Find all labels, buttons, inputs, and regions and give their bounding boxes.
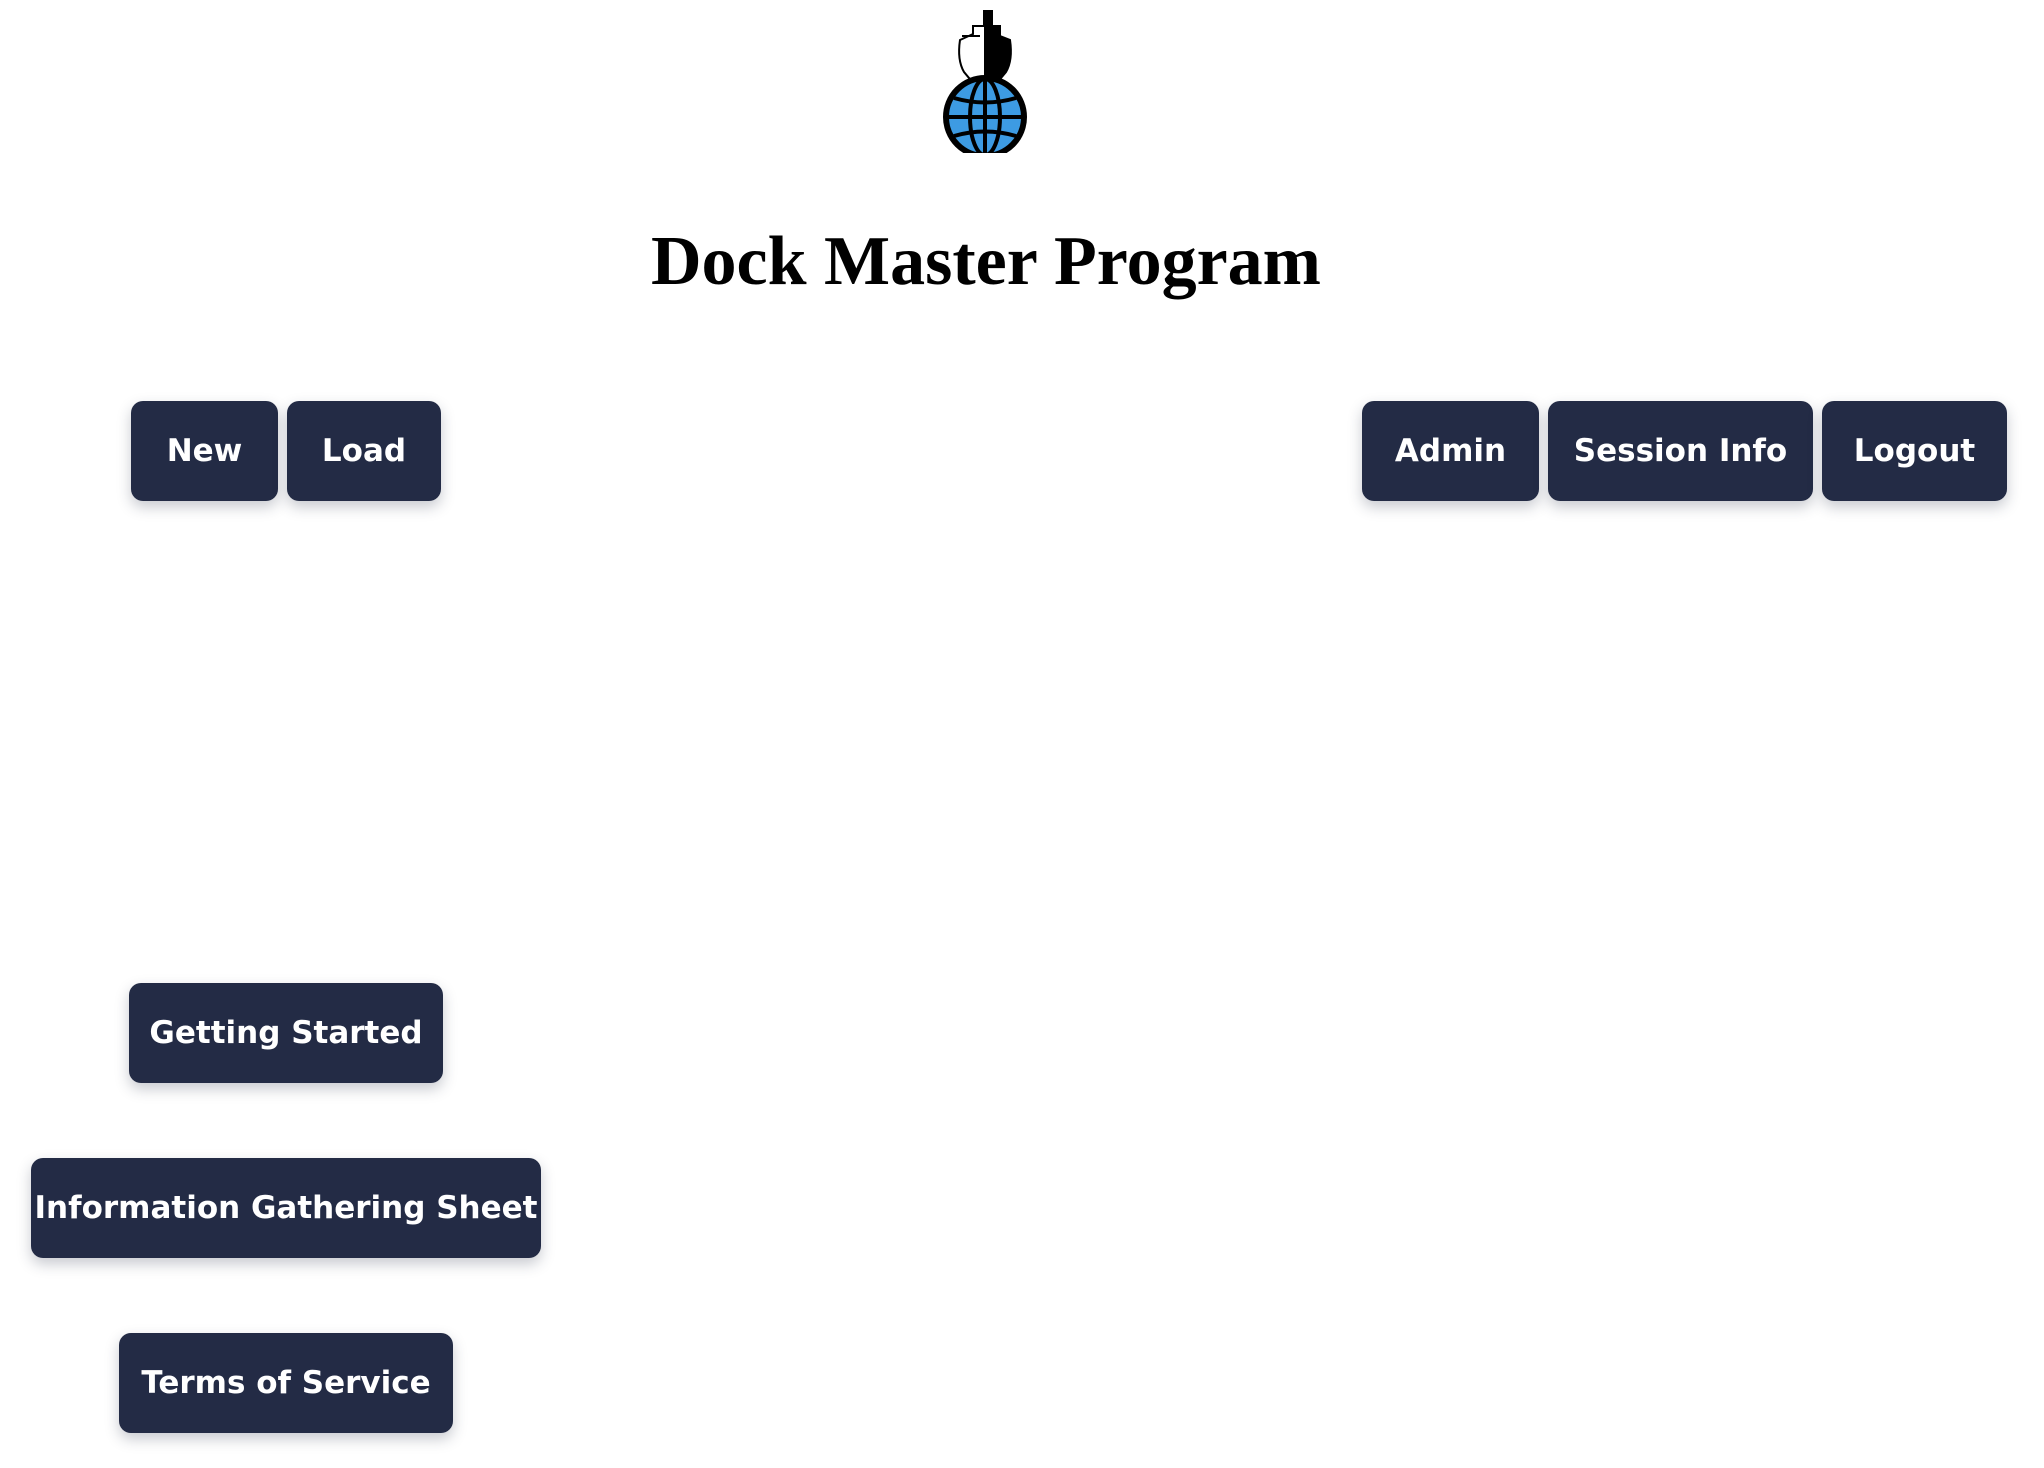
new-button[interactable]: New [131, 401, 278, 501]
information-gathering-sheet-button[interactable]: Information Gathering Sheet [31, 1158, 541, 1258]
terms-of-service-button[interactable]: Terms of Service [119, 1333, 453, 1433]
admin-button[interactable]: Admin [1362, 401, 1539, 501]
ship-globe-logo-icon [940, 8, 1030, 153]
getting-started-button[interactable]: Getting Started [129, 983, 443, 1083]
load-button[interactable]: Load [287, 401, 441, 501]
logout-button[interactable]: Logout [1822, 401, 2007, 501]
session-info-button[interactable]: Session Info [1548, 401, 1813, 501]
page-title: Dock Master Program [651, 223, 1321, 300]
